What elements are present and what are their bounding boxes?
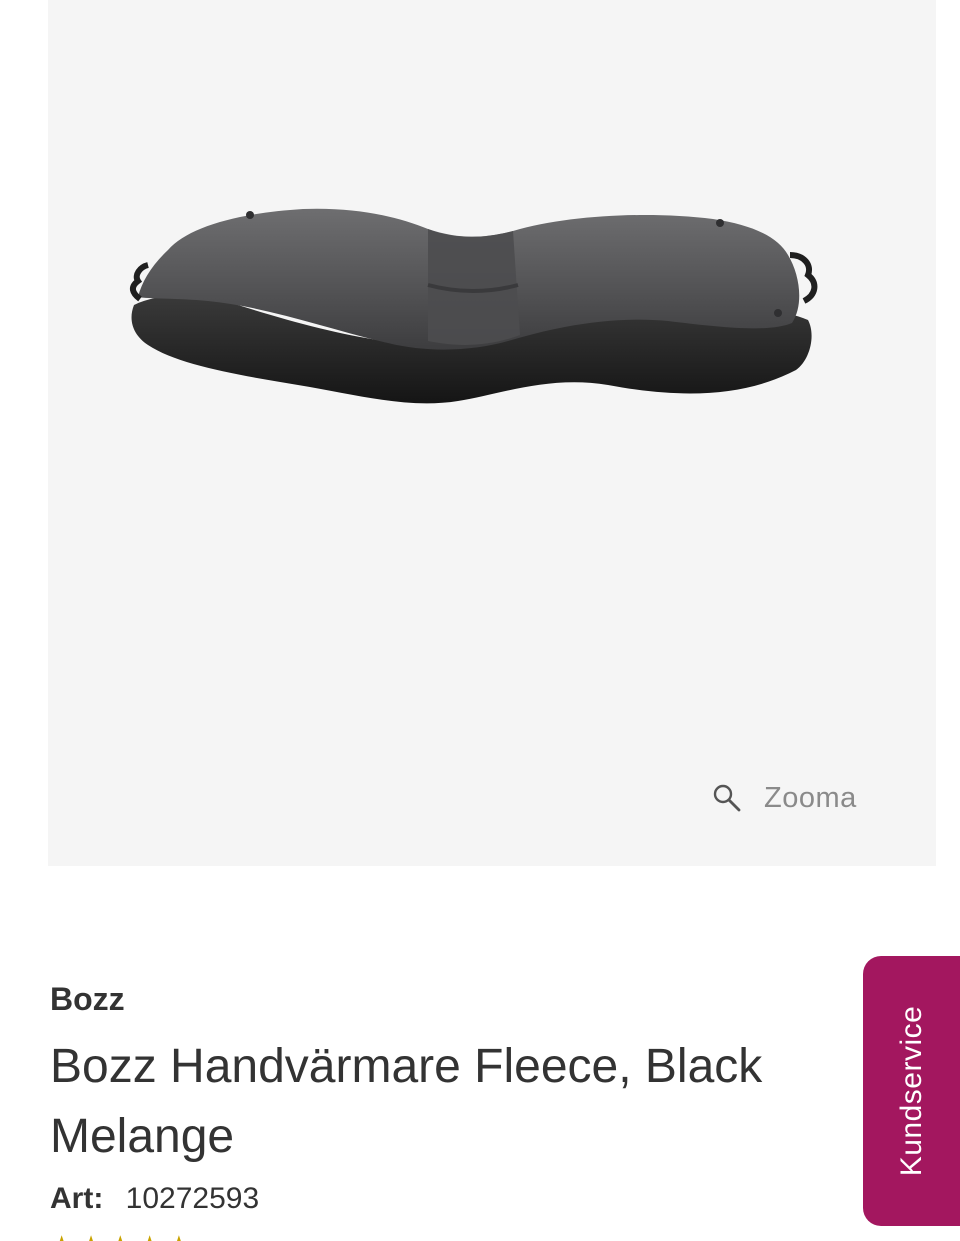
star-icon: ★: [138, 1232, 161, 1241]
star-icon: ★: [167, 1232, 190, 1241]
article-number: 10272593: [125, 1182, 260, 1215]
zoom-label: Zooma: [764, 781, 857, 814]
product-title: Bozz Handvärmare Fleece, Black Melange: [50, 1040, 763, 1163]
zoom-button[interactable]: Zooma: [712, 776, 857, 820]
star-icon: ★: [50, 1232, 73, 1241]
star-icon: ★: [79, 1232, 102, 1241]
product-page: Zooma Bozz Bozz Handvärmare Fleece, Blac…: [0, 0, 960, 1241]
rating-stars[interactable]: ★ ★ ★ ★ ★: [50, 1232, 191, 1241]
kundservice-label: Kundservice: [894, 1005, 928, 1177]
kundservice-tab[interactable]: Kundservice: [863, 956, 960, 1226]
star-icon: ★: [109, 1232, 132, 1241]
article-number-row: Art: 10272593: [50, 1182, 259, 1216]
brand-link[interactable]: Bozz: [50, 981, 125, 1018]
product-image-gallery[interactable]: Zooma: [48, 0, 936, 866]
product-image[interactable]: [128, 195, 818, 430]
article-label: Art:: [50, 1182, 104, 1215]
magnifier-icon: [713, 784, 741, 812]
